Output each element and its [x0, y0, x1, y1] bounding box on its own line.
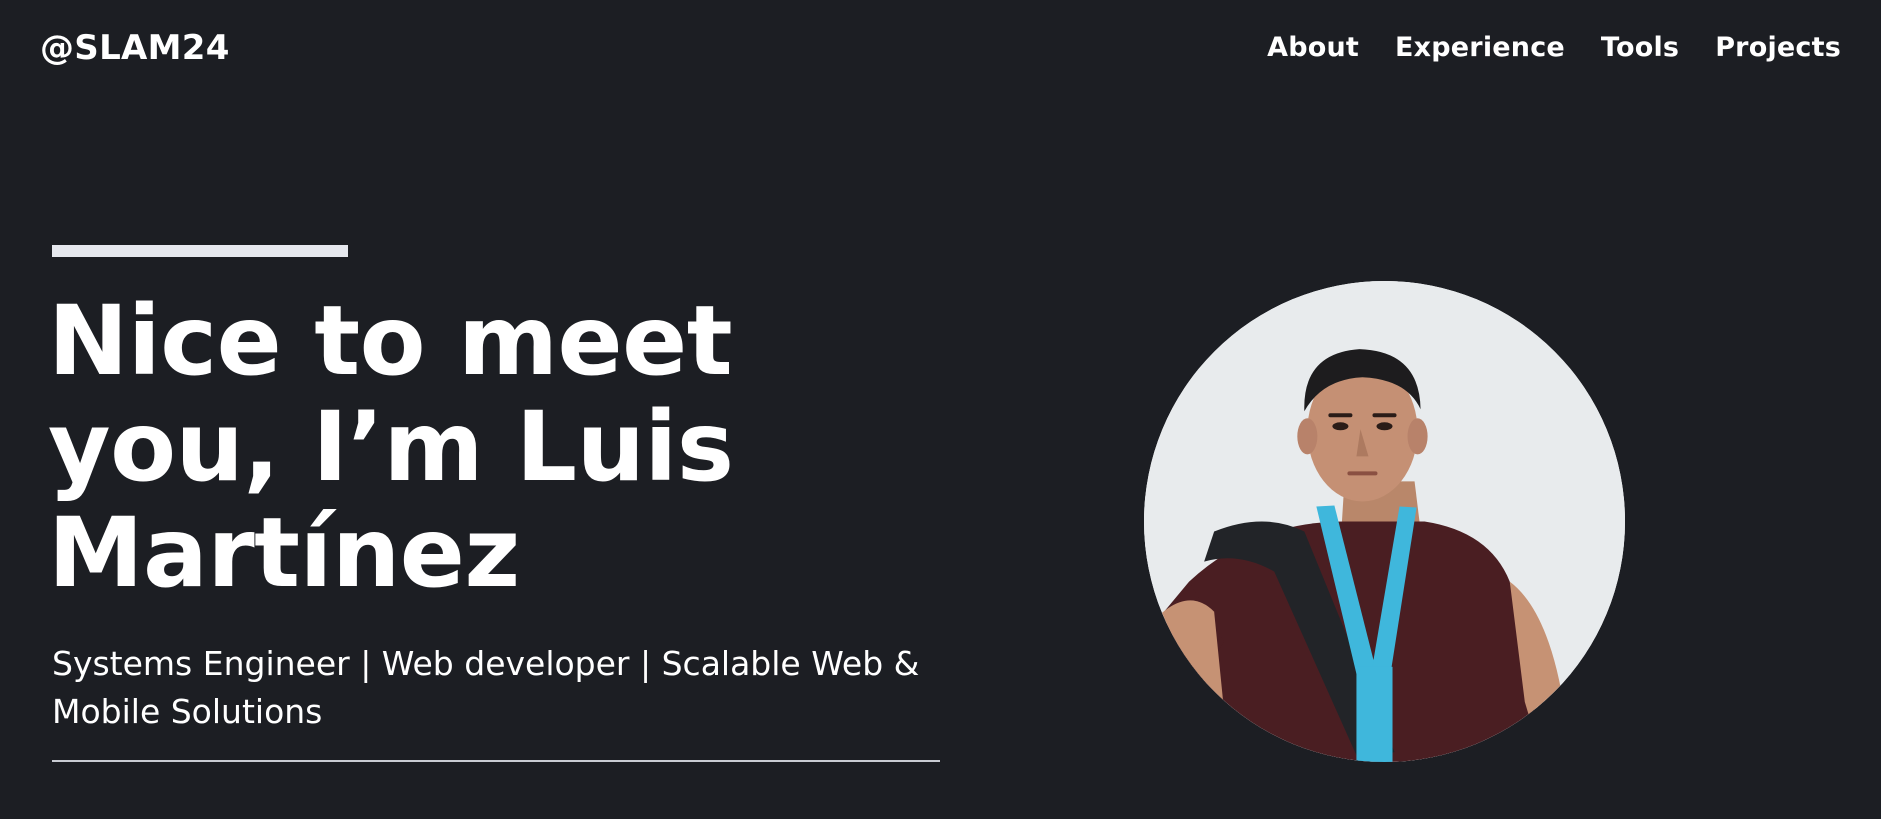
hero-divider [52, 760, 940, 762]
nav-link-about[interactable]: About [1267, 32, 1359, 63]
hero-title-line-1: Nice to meet [48, 285, 733, 397]
page: @SLAM24 About Experience Tools Projects … [0, 0, 1881, 819]
hero-title-line-2: you, I’m Luis [48, 391, 734, 503]
site-logo[interactable]: @SLAM24 [40, 28, 230, 68]
hero-title-line-3: Martínez [48, 497, 520, 609]
nav-link-experience[interactable]: Experience [1395, 32, 1565, 63]
hero-subtitle-line-2: Mobile Solutions [52, 692, 323, 731]
hero-subtitle: Systems Engineer | Web developer | Scala… [52, 640, 952, 736]
profile-photo-illustration [1144, 281, 1625, 762]
nav-link-projects[interactable]: Projects [1715, 32, 1841, 63]
hero-title: Nice to meet you, I’m Luis Martínez [48, 288, 948, 606]
hero-subtitle-line-1: Systems Engineer | Web developer | Scala… [52, 644, 920, 683]
main-nav: About Experience Tools Projects [1267, 32, 1841, 63]
site-header: @SLAM24 About Experience Tools Projects [0, 0, 1881, 100]
profile-photo [1144, 281, 1625, 762]
hero-accent-bar [52, 245, 348, 257]
nav-link-tools[interactable]: Tools [1601, 32, 1679, 63]
